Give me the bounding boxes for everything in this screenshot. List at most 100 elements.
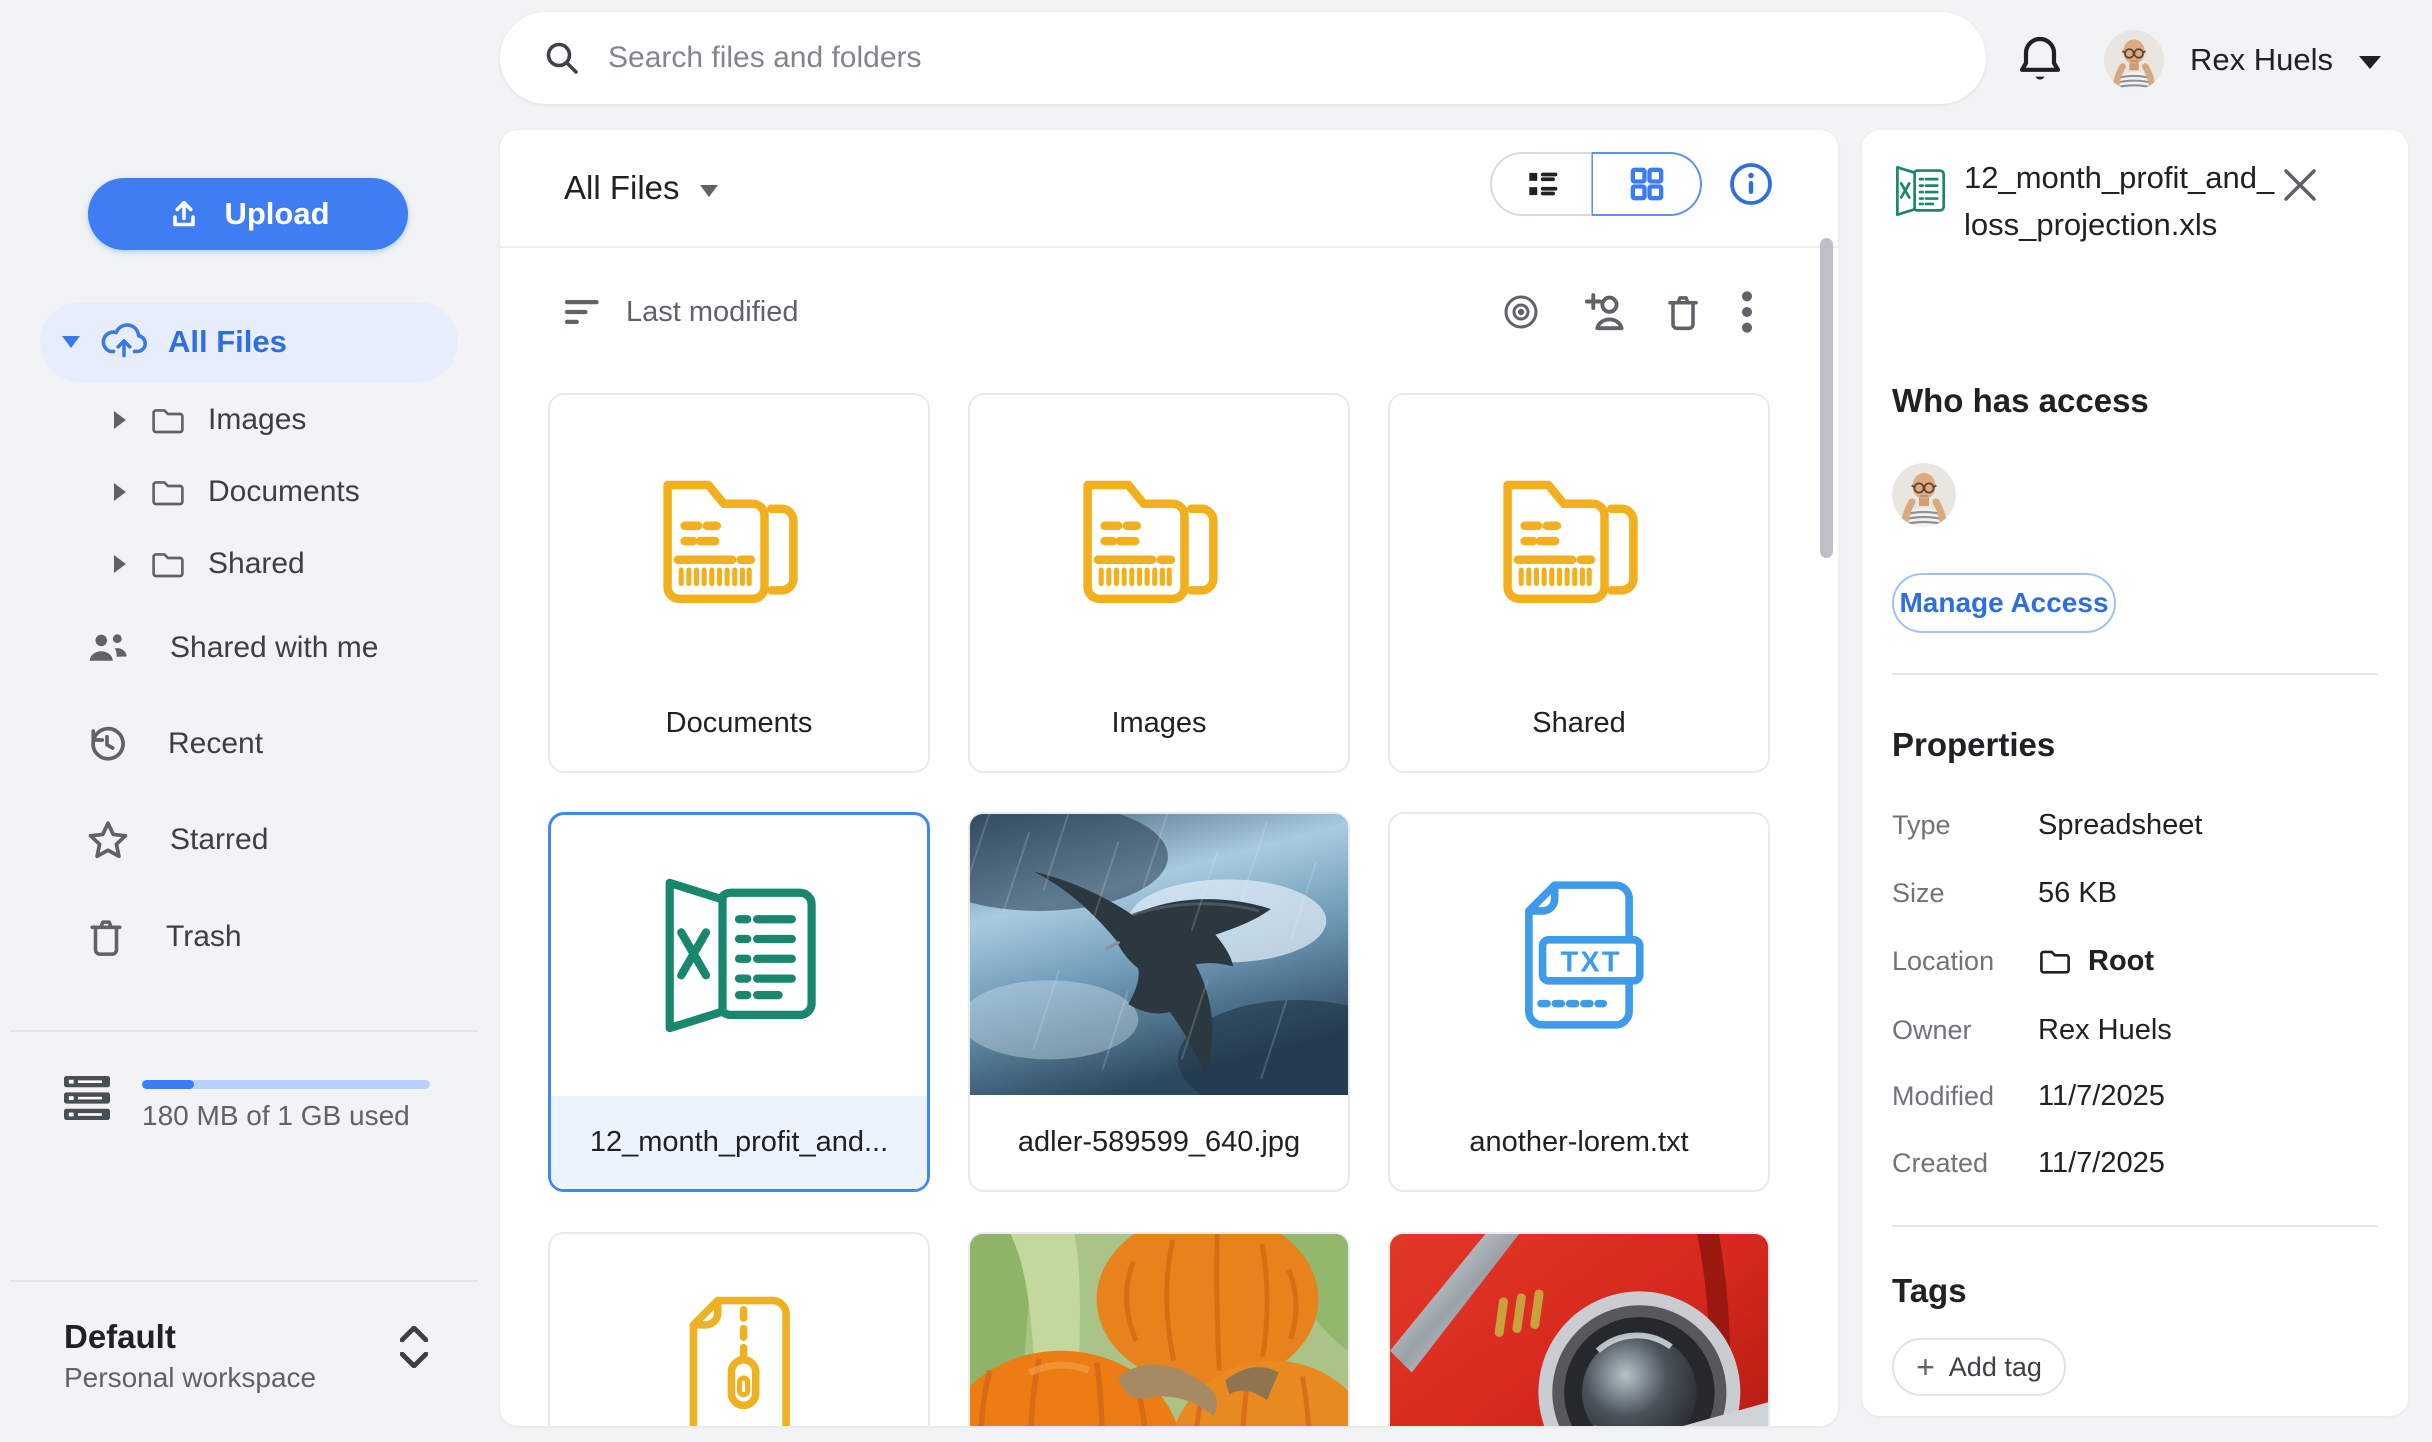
spreadsheet-icon [653,873,825,1038]
file-card-text[interactable]: TXT another-lorem.txt [1388,812,1770,1192]
user-name: Rex Huels [2190,42,2333,78]
details-panel: 12_month_profit_and_loss_projection.xls … [1862,130,2408,1416]
search-input[interactable] [608,41,1942,75]
sidebar-item-trash[interactable]: Trash [40,897,470,977]
sidebar-divider [10,1280,478,1282]
avatar[interactable] [1892,463,1956,527]
file-name: 12_month_profit_and... [551,1096,927,1189]
folder-name: Shared [1390,676,1768,771]
history-icon [86,723,128,765]
sidebar-item-all-files[interactable]: All Files [40,302,458,382]
access-section-title: Who has access [1892,382,2149,420]
trash-icon [1664,292,1702,332]
scrollbar-thumb[interactable] [1820,238,1833,558]
chevron-right-icon[interactable] [114,555,126,573]
avatar [2104,30,2164,90]
file-card-image-car[interactable] [1388,1232,1770,1426]
sidebar-item-starred[interactable]: Starred [40,800,470,880]
sort-control[interactable]: Last modified [564,276,799,348]
image-thumbnail-pumpkins [970,1234,1348,1426]
chevron-right-icon[interactable] [114,483,126,501]
close-icon [2280,165,2320,205]
view-title-dropdown[interactable]: All Files [564,130,718,246]
chevron-down-icon [400,1352,428,1368]
workspace-type: Personal workspace [64,1362,316,1394]
add-tag-label: Add tag [1949,1352,2042,1383]
chevron-down-icon [62,336,80,348]
upload-label: Upload [224,196,329,232]
sidebar-item-documents[interactable]: Documents [96,456,476,528]
chevron-up-icon [400,1326,428,1342]
sidebar: Upload All Files Images Documents Shared… [0,0,500,1442]
chevron-right-icon[interactable] [114,411,126,429]
file-card-image-eagle[interactable]: adler-589599_640.jpg [968,812,1350,1192]
property-row-size: Size 56 KB [1892,871,2378,915]
svg-text:TXT: TXT [1560,946,1621,978]
image-thumbnail-eagle [970,814,1348,1095]
chevron-down-icon [700,185,718,197]
more-options-button[interactable] [1740,290,1754,334]
file-card-archive[interactable] [548,1232,930,1426]
workspace-switcher[interactable] [392,1326,436,1390]
chevron-down-icon [2359,56,2381,69]
folder-icon [1074,461,1244,611]
notifications-button[interactable] [2012,32,2068,88]
folder-card-shared[interactable]: Shared [1388,393,1770,773]
text-file-icon: TXT [1509,876,1649,1034]
sidebar-item-shared-with-me[interactable]: Shared with me [40,608,470,688]
file-name: adler-589599_640.jpg [970,1095,1348,1190]
grid-view-icon [1627,164,1667,204]
storage-usage-text: 180 MB of 1 GB used [142,1100,410,1132]
properties-section-title: Properties [1892,726,2055,764]
file-browser-panel: All Files Last modified [500,130,1838,1426]
file-card-spreadsheet[interactable]: 12_month_profit_and... [548,812,930,1192]
property-row-modified: Modified 11/7/2025 [1892,1074,2378,1118]
sidebar-item-shared[interactable]: Shared [96,528,476,600]
workspace-name: Default [64,1318,176,1356]
add-tag-button[interactable]: + Add tag [1892,1338,2066,1396]
folder-icon [150,549,186,579]
file-card-image-pumpkins[interactable] [968,1232,1350,1426]
folder-card-documents[interactable]: Documents [548,393,930,773]
property-row-type: Type Spreadsheet [1892,803,2378,847]
trash-icon [86,916,126,958]
upload-button[interactable]: Upload [88,178,408,250]
list-view-icon [1523,165,1561,203]
close-panel-button[interactable] [2276,162,2324,210]
list-view-button[interactable] [1490,152,1592,216]
sort-label: Last modified [626,296,799,329]
folder-icon [150,405,186,435]
delete-button[interactable] [1664,292,1702,332]
file-name: another-lorem.txt [1390,1095,1768,1190]
property-value: 11/7/2025 [2038,1147,2165,1180]
folder-card-images[interactable]: Images [968,393,1350,773]
user-menu[interactable]: Rex Huels [2104,24,2381,96]
property-label: Modified [1892,1081,2038,1112]
preview-button[interactable] [1500,291,1542,333]
location-link[interactable]: Root [2038,945,2154,978]
folder-name: Documents [550,676,928,771]
tags-section-title: Tags [1892,1272,1967,1310]
divider [1892,673,2378,675]
page-title: All Files [564,169,680,207]
property-value: Rex Huels [2038,1014,2172,1047]
sidebar-item-label: Trash [166,920,242,954]
divider [500,246,1838,248]
search-bar[interactable] [500,12,1986,104]
sidebar-item-images[interactable]: Images [96,384,476,456]
share-add-person-button[interactable] [1580,291,1626,333]
sidebar-item-label: All Files [168,324,287,360]
toolbar-actions [1500,276,1754,348]
folder-icon [150,477,186,507]
storage-progress [142,1080,430,1089]
grid-view-button[interactable] [1592,152,1702,216]
details-file-name: 12_month_profit_and_loss_projection.xls [1964,154,2276,248]
manage-access-button[interactable]: Manage Access [1892,573,2116,633]
info-button[interactable] [1728,161,1774,207]
plus-icon: + [1916,1351,1935,1383]
preview-icon [1500,291,1542,333]
upload-icon [166,196,202,232]
sidebar-item-recent[interactable]: Recent [40,704,470,784]
sort-icon [564,296,602,328]
folder-icon [1494,461,1664,611]
